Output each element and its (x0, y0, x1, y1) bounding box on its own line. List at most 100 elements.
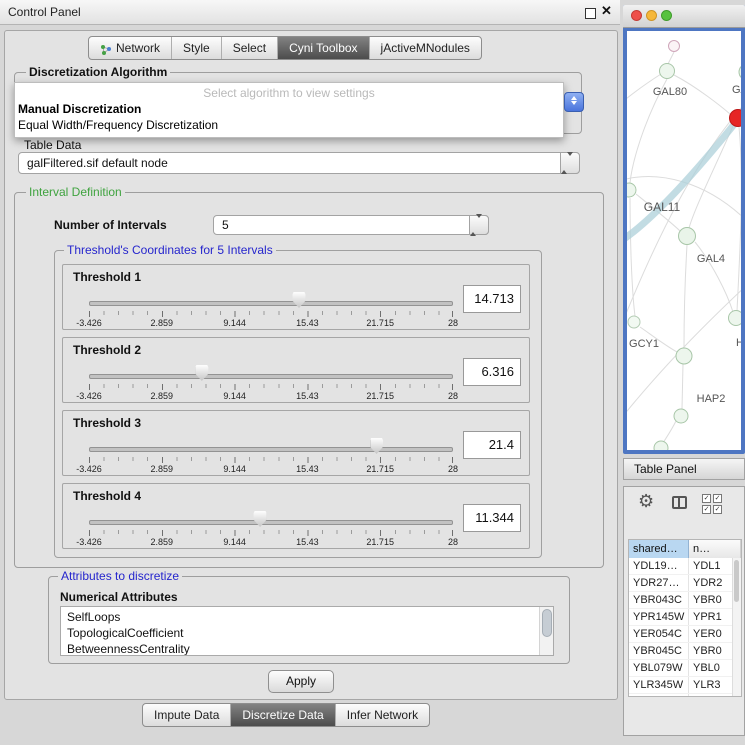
cell[interactable]: YBR045C (629, 643, 689, 659)
scale-label: -3.426 (76, 318, 102, 328)
table-row[interactable]: YLR345W YLR3 (629, 677, 741, 694)
table-panel-window: ⚙ ✓ ✓ ✓ ✓ shared… n… YDL19… YDL1 YDR27… … (623, 486, 745, 736)
network-node[interactable] (739, 64, 741, 80)
slider-track[interactable] (89, 374, 453, 379)
arrow-down-icon (571, 101, 577, 105)
cell[interactable]: YDL19… (629, 558, 689, 574)
threshold-4-slider[interactable]: -3.426 2.859 9.144 15.43 21.715 28 (89, 506, 453, 548)
tab-label: jActiveMNodules (381, 38, 470, 59)
table-row[interactable]: YPR145W YPR1 (629, 609, 741, 626)
network-window-titlebar[interactable] (623, 5, 745, 28)
cell[interactable]: YER054C (629, 626, 689, 642)
table-row[interactable]: YBR043C YBR0 (629, 592, 741, 609)
apply-button[interactable]: Apply (268, 670, 334, 693)
threshold-1-panel: Threshold 1 -3.426 2.859 9.144 15.43 21.… (62, 264, 530, 330)
threshold-label: Threshold 4 (73, 489, 141, 503)
table-row[interactable]: YDR27… YDR2 (629, 575, 741, 592)
threshold-3-slider[interactable]: -3.426 2.859 9.144 15.43 21.715 28 (89, 433, 453, 475)
threshold-3-value-field[interactable]: 21.4 (463, 431, 521, 459)
discretization-algorithm-group-title: Discretization Algorithm (26, 66, 170, 79)
checkbox-icon[interactable]: ✓ (702, 505, 711, 514)
menu-item-equal-width-frequency[interactable]: Equal Width/Frequency Discretization (18, 118, 218, 132)
slider-track[interactable] (89, 301, 453, 306)
scale-label: 21.715 (366, 537, 394, 547)
node-gal4[interactable] (679, 228, 696, 245)
tab-network[interactable]: Network (89, 37, 171, 59)
scale-label: 28 (448, 318, 458, 328)
list-item[interactable]: BetweennessCentrality (61, 641, 553, 656)
scale-label: -3.426 (76, 464, 102, 474)
table-row[interactable]: YDL19… YDL1 (629, 558, 741, 575)
maximize-traffic-light[interactable] (661, 10, 672, 21)
threshold-2-slider[interactable]: -3.426 2.859 9.144 15.43 21.715 28 (89, 360, 453, 402)
combo-stepper[interactable] (469, 215, 489, 235)
column-header-shared-name[interactable]: shared… (629, 540, 689, 558)
threshold-1-value-field[interactable]: 14.713 (463, 285, 521, 313)
tab-cyni-toolbox[interactable]: Cyni Toolbox (277, 37, 368, 59)
table-row[interactable]: YIL052C YIL0 (629, 694, 741, 697)
tab-infer-network[interactable]: Infer Network (335, 704, 429, 726)
slider-track[interactable] (89, 520, 453, 525)
table-panel-header[interactable]: Table Panel (623, 458, 745, 480)
control-panel-title: Control Panel (8, 0, 81, 24)
table-data-combobox[interactable]: galFiltered.sif default node (18, 152, 580, 174)
scale-label: 15.43 (296, 391, 319, 401)
tab-impute-data[interactable]: Impute Data (143, 704, 230, 726)
checkbox-icon[interactable]: ✓ (713, 505, 722, 514)
tab-select[interactable]: Select (221, 37, 277, 59)
cell[interactable]: YLR345W (629, 677, 689, 693)
tab-discretize-data[interactable]: Discretize Data (230, 704, 334, 726)
node-label-gal80: GAL80 (653, 86, 687, 98)
cell[interactable]: YBL079W (629, 660, 689, 676)
scale-label: 2.859 (151, 318, 174, 328)
scrollbar-thumb[interactable] (542, 609, 552, 637)
threshold-4-value-field[interactable]: 11.344 (463, 504, 521, 532)
threshold-2-value-field[interactable]: 6.316 (463, 358, 521, 386)
cell[interactable]: YIL052C (629, 694, 689, 697)
node-gal80[interactable] (660, 64, 675, 79)
column-header-name[interactable]: n… (689, 540, 741, 558)
close-traffic-light[interactable] (631, 10, 642, 21)
network-node[interactable] (654, 441, 668, 450)
threshold-2-panel: Threshold 2 -3.426 2.859 9.144 15.43 21.… (62, 337, 530, 403)
network-node[interactable] (676, 348, 692, 364)
checkbox-icon[interactable]: ✓ (702, 494, 711, 503)
cell[interactable]: YPR145W (629, 609, 689, 625)
combo-stepper[interactable] (560, 152, 580, 174)
network-node[interactable] (729, 311, 742, 326)
table-row[interactable]: YBL079W YBL0 (629, 660, 741, 677)
tab-style[interactable]: Style (171, 37, 221, 59)
minimize-traffic-light[interactable] (646, 10, 657, 21)
network-node[interactable] (669, 41, 680, 52)
cell[interactable]: YBR043C (629, 592, 689, 608)
columns-icon[interactable] (672, 496, 687, 509)
menu-item-manual-discretization[interactable]: Manual Discretization (18, 102, 141, 116)
number-of-intervals-combobox[interactable]: 5 (213, 215, 489, 235)
node-gal11[interactable] (627, 183, 636, 197)
threshold-label: Threshold 3 (73, 416, 141, 430)
table-row[interactable]: YBR045C YBR0 (629, 643, 741, 660)
slider-track[interactable] (89, 447, 453, 452)
network-canvas[interactable]: GAL80 GA GAL11 GAL4 GCY1 H HAP2 (627, 31, 741, 450)
checkbox-icon[interactable]: ✓ (713, 494, 722, 503)
tab-jactivemnodules[interactable]: jActiveMNodules (369, 37, 481, 59)
cell[interactable]: YDR27… (629, 575, 689, 591)
node-hap2[interactable] (674, 409, 688, 423)
list-item[interactable]: SelfLoops (61, 607, 553, 625)
scale-label: 15.43 (296, 464, 319, 474)
node-gcy1[interactable] (628, 316, 640, 328)
scrollbar-thumb[interactable] (734, 560, 739, 602)
arrow-down-icon (476, 214, 482, 232)
table-panel-title: Table Panel (634, 459, 697, 479)
threshold-1-slider[interactable]: -3.426 2.859 9.144 15.43 21.715 28 (89, 287, 453, 329)
list-item[interactable]: TopologicalCoefficient (61, 625, 553, 641)
gear-icon[interactable]: ⚙ (638, 491, 654, 512)
close-icon[interactable]: ✕ (601, 3, 612, 19)
table-row[interactable]: YER054C YER0 (629, 626, 741, 643)
scale-label: 15.43 (296, 537, 319, 547)
arrow-down-icon (567, 152, 573, 170)
list-scrollbar[interactable] (539, 607, 553, 655)
algorithm-combo-stepper[interactable] (564, 92, 584, 112)
table-scrollbar[interactable] (732, 558, 741, 696)
float-window-icon[interactable] (585, 8, 596, 19)
